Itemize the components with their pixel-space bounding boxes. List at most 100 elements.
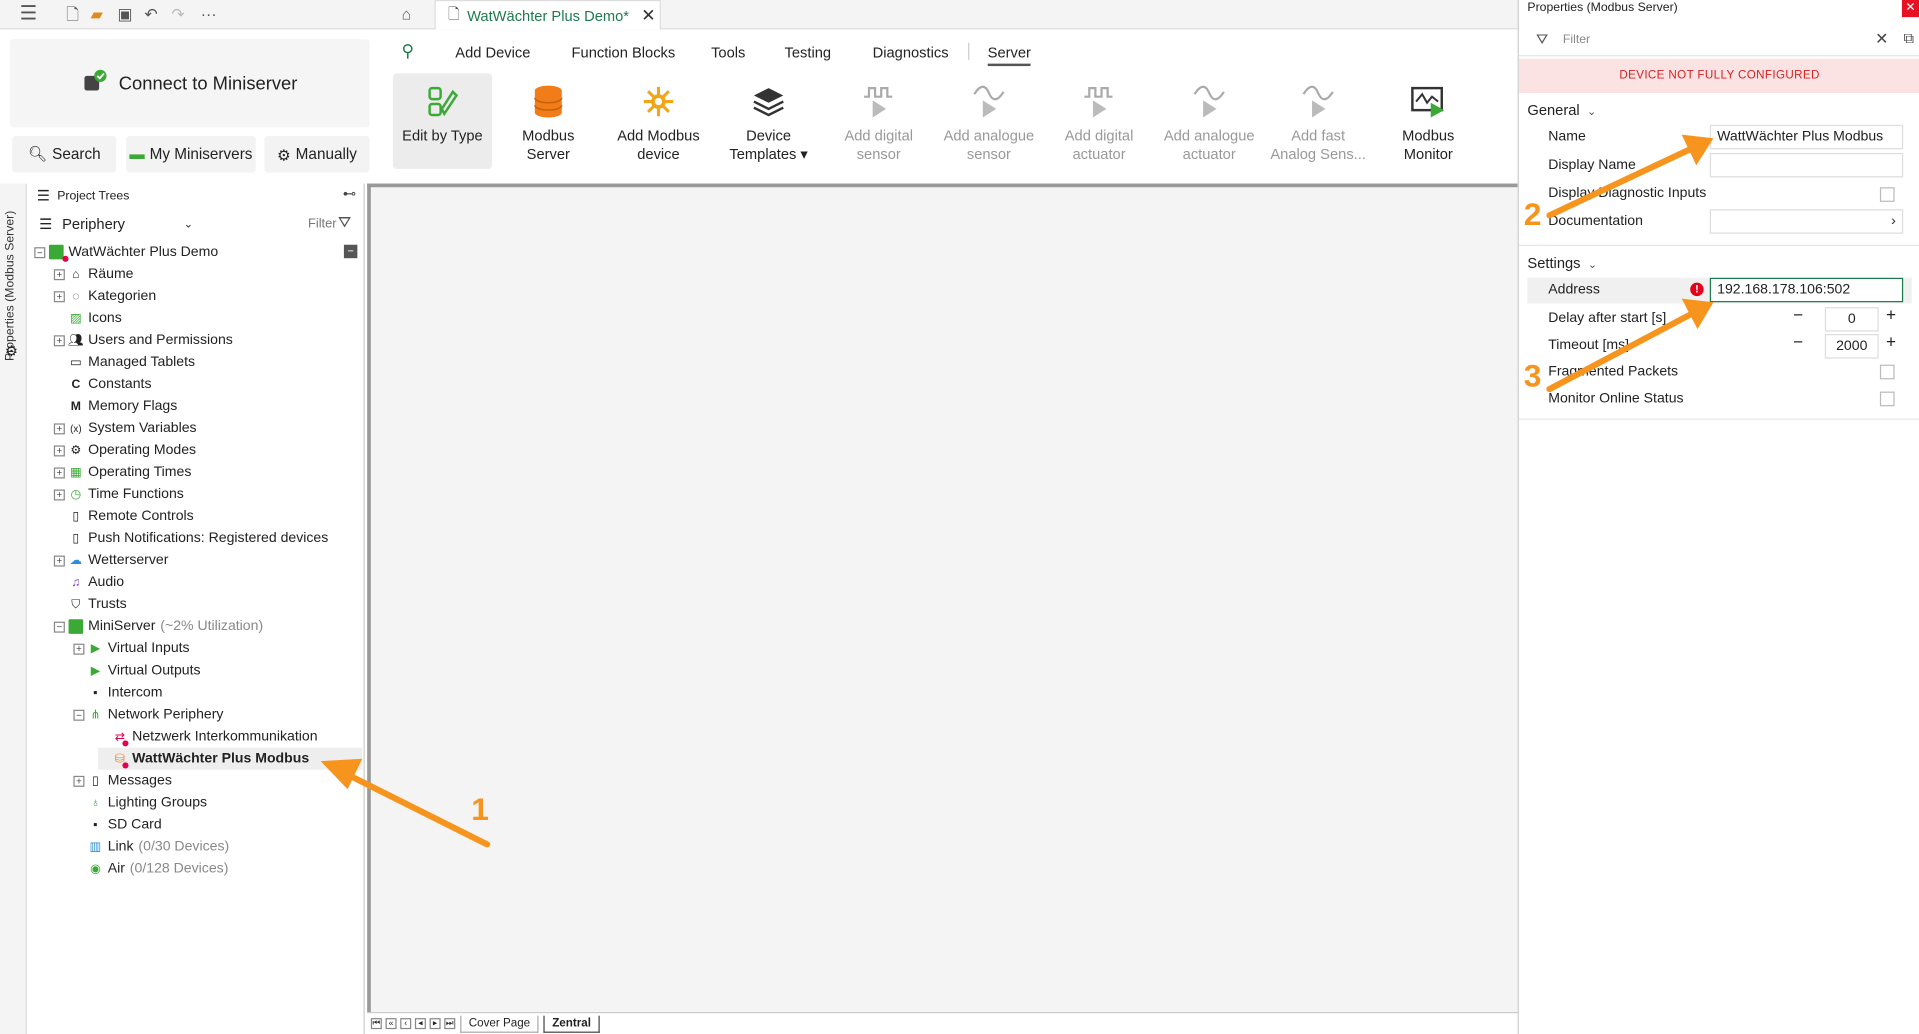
memory-flag-icon: M — [70, 399, 81, 413]
modbus-server-button[interactable]: Modbus Server — [496, 73, 601, 168]
increment-delay-button[interactable]: + — [1886, 305, 1896, 325]
tree-item-air[interactable]: ◉ Air (0/128 Devices) — [73, 858, 228, 880]
tree-item-wetterserver[interactable]: + ☁ Wetterserver — [53, 549, 169, 571]
undo-icon[interactable]: ↶ — [144, 4, 157, 26]
properties-strip-label[interactable]: Properties (Modbus Server) — [4, 196, 17, 361]
tree-item-operating-times[interactable]: + ▦ Operating Times — [53, 461, 192, 483]
close-icon[interactable]: ✕ — [641, 5, 655, 26]
tab-add-device[interactable]: Add Device — [455, 44, 530, 61]
tree-selector-value: Periphery — [62, 215, 125, 233]
tree-item-trusts[interactable]: ⛉ Trusts — [54, 593, 126, 615]
add-digital-sensor-button[interactable]: Add digital sensor — [826, 73, 931, 168]
tree-item-operating-modes[interactable]: + ⚙ Operating Modes — [53, 439, 196, 461]
fragmented-packets-checkbox[interactable] — [1879, 364, 1895, 380]
device-templates-button[interactable]: Device Templates ▾ — [716, 73, 821, 168]
search-icon[interactable]: ⚲ — [401, 40, 414, 61]
add-fast-analog-sensor-button[interactable]: Add fast Analog Sens... — [1266, 73, 1371, 168]
tree-item-lighting-groups[interactable]: ♁ Lighting Groups — [73, 792, 207, 814]
tree-item-intercom[interactable]: ▪ Intercom — [73, 682, 162, 704]
tree-item-kategorien[interactable]: + ◌ Kategorien — [53, 285, 156, 307]
tree-item-constants[interactable]: C Constants — [54, 373, 152, 395]
menu-icon[interactable]: ☰ — [20, 4, 38, 26]
redo-icon[interactable]: ↷ — [171, 4, 184, 26]
tree-item-miniserver[interactable]: − MiniServer (~2% Utilization) — [53, 616, 263, 638]
tree-item-raeume[interactable]: + ⌂ Räume — [53, 263, 134, 285]
manually-button[interactable]: ⚙ Manually — [264, 135, 370, 173]
add-analogue-actuator-button[interactable]: Add analogue actuator — [1157, 73, 1262, 168]
tree-item-virtual-inputs[interactable]: + ▶ Virtual Inputs — [73, 638, 190, 660]
tree-filter-label[interactable]: Filter — [308, 217, 337, 232]
section-divider — [1518, 418, 1919, 420]
gear-icon[interactable]: ⚙ — [5, 343, 18, 360]
open-folder-icon[interactable]: ▰ — [91, 4, 103, 26]
document-tab[interactable]: 🗋 WatWächter Plus Demo* ✕ — [434, 0, 661, 30]
tab-server[interactable]: Server — [987, 44, 1031, 67]
monitor-online-checkbox[interactable] — [1879, 391, 1895, 407]
add-modbus-device-button[interactable]: Add Modbus device — [606, 73, 711, 168]
tree-item-sd-card[interactable]: ▪ SD Card — [73, 814, 161, 836]
close-icon[interactable]: ✕ — [1901, 0, 1919, 18]
address-field[interactable]: 192.168.178.106:502 — [1709, 277, 1904, 303]
tab-tools[interactable]: Tools — [711, 44, 745, 61]
properties-filter-input[interactable]: Filter — [1563, 33, 1590, 46]
home-icon[interactable]: ⌂ — [401, 4, 411, 26]
tree-item-push-notifications[interactable]: ▯ Push Notifications: Registered devices — [54, 527, 328, 549]
previous-section-icon[interactable]: « — [385, 1018, 397, 1030]
clear-icon[interactable]: ✕ — [1875, 29, 1888, 49]
tab-testing[interactable]: Testing — [785, 44, 832, 61]
previous-icon[interactable]: ◂ — [414, 1018, 426, 1030]
tree-item-remote-controls[interactable]: ▯ Remote Controls — [54, 505, 194, 527]
display-name-field[interactable] — [1709, 152, 1904, 178]
filter-icon[interactable]: ⛛ — [338, 213, 351, 233]
modbus-monitor-button[interactable]: Modbus Monitor — [1376, 73, 1481, 168]
tab-diagnostics[interactable]: Diagnostics — [873, 44, 949, 61]
tree-item-link[interactable]: ▥ Link (0/30 Devices) — [73, 836, 230, 858]
name-field[interactable]: WattWächter Plus Modbus — [1709, 124, 1904, 150]
pin-icon[interactable]: ⊷ — [343, 186, 356, 202]
decrement-delay-button[interactable]: − — [1793, 305, 1803, 325]
documentation-field[interactable]: › — [1709, 209, 1904, 234]
filter-icon: ⛛ — [1535, 30, 1549, 48]
search-button[interactable]: 🔍︎ Search — [12, 135, 117, 173]
filter-settings-icon[interactable]: ⧉ — [1904, 29, 1914, 47]
sheet-tab-zentral[interactable]: Zentral — [543, 1015, 600, 1033]
search-button-label: Search — [52, 145, 101, 163]
settings-section-header[interactable]: Settings ⌄ — [1527, 255, 1597, 272]
tree-item-users[interactable]: + 👥︎ Users and Permissions — [53, 329, 233, 351]
tree-item-virtual-outputs[interactable]: ▶ Virtual Outputs — [73, 660, 201, 682]
add-analogue-sensor-button[interactable]: Add analogue sensor — [936, 73, 1041, 168]
next-icon[interactable]: ▸ — [429, 1018, 441, 1030]
general-section-header[interactable]: General ⌄ — [1527, 102, 1596, 119]
tree-selector[interactable]: ☰ Periphery ⌄ — [39, 215, 193, 232]
tree-item-messages[interactable]: + ▯ Messages — [73, 770, 172, 792]
timeout-field[interactable]: 2000 — [1824, 334, 1879, 359]
last-page-icon[interactable]: ⏭ — [444, 1018, 456, 1030]
tree-item-icons[interactable]: ▨ Icons — [54, 307, 122, 329]
my-miniservers-button[interactable]: ▬ My Miniservers — [126, 135, 256, 173]
tree-item-wattwaechter-modbus[interactable]: ⛁ WattWächter Plus Modbus — [97, 747, 363, 770]
tree-item-tablets[interactable]: ▭ Managed Tablets — [54, 351, 195, 373]
new-file-icon[interactable]: 🗋 — [66, 4, 79, 26]
save-icon[interactable]: ▣ — [117, 4, 132, 26]
tree-item-audio[interactable]: ♫ Audio — [54, 571, 124, 593]
first-page-icon[interactable]: ⏮ — [370, 1018, 382, 1030]
connect-to-miniserver-button[interactable]: Connect to Miniserver — [9, 39, 370, 128]
tree-item-time-functions[interactable]: + ◷ Time Functions — [53, 483, 184, 505]
drawing-canvas[interactable] — [367, 183, 1518, 1012]
more-icon[interactable]: ··· — [201, 4, 217, 26]
add-digital-actuator-button[interactable]: Add digital actuator — [1046, 73, 1151, 168]
tree-item-network-periphery[interactable]: − ⋔ Network Periphery — [73, 704, 223, 726]
previous-page-icon[interactable]: ‹ — [400, 1018, 412, 1030]
sheet-tab-cover-page[interactable]: Cover Page — [460, 1015, 539, 1033]
tab-function-blocks[interactable]: Function Blocks — [572, 44, 676, 61]
decrement-timeout-button[interactable]: − — [1793, 332, 1803, 352]
increment-timeout-button[interactable]: + — [1886, 332, 1896, 352]
diagnostic-inputs-checkbox[interactable] — [1879, 187, 1895, 202]
tree-item-netzwerk-interkommunikation[interactable]: ⇄ Netzwerk Interkommunikation — [98, 726, 318, 748]
collapse-icon[interactable]: − — [343, 244, 358, 259]
tree-item-label: Virtual Outputs — [107, 663, 201, 678]
tree-item-system-variables[interactable]: + (x) System Variables — [53, 417, 197, 439]
tree-item-memory-flags[interactable]: M Memory Flags — [54, 395, 178, 417]
delay-field[interactable]: 0 — [1824, 307, 1879, 332]
edit-by-type-button[interactable]: Edit by Type — [392, 73, 493, 169]
